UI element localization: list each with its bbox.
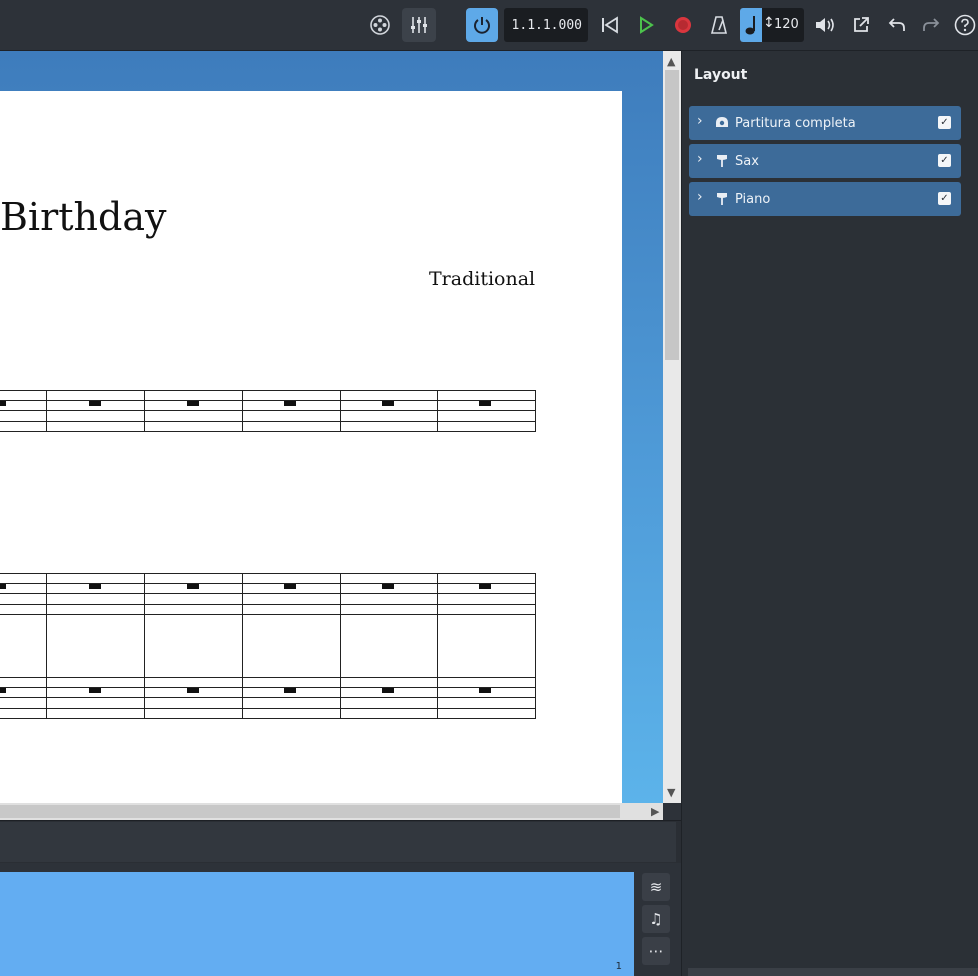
whole-rest-icon[interactable] — [382, 688, 394, 693]
whole-rest-icon[interactable] — [89, 584, 101, 589]
video-icon[interactable] — [366, 8, 394, 42]
add-note-icon[interactable]: ♫ — [642, 905, 670, 933]
whole-rest-icon[interactable] — [187, 584, 199, 589]
layout-item-label: Piano — [735, 192, 771, 207]
horizontal-scroll-thumb[interactable] — [0, 805, 620, 818]
more-options-icon[interactable]: ⋯ — [642, 937, 670, 965]
tempo-adjust-icon: ↕ — [763, 15, 775, 31]
undo-icon[interactable] — [884, 8, 910, 42]
checkbox-checked-icon[interactable]: ✓ — [938, 116, 951, 129]
layout-panel-title: Layout — [694, 67, 748, 83]
whole-rest-icon[interactable] — [284, 688, 296, 693]
whole-rest-icon[interactable] — [89, 688, 101, 693]
whole-rest-icon[interactable] — [187, 401, 199, 406]
scroll-up-icon[interactable]: ▲ — [667, 55, 675, 68]
whole-rest-icon[interactable] — [0, 401, 6, 406]
scroll-right-icon[interactable]: ▶ — [651, 805, 659, 818]
whole-rest-icon[interactable] — [382, 401, 394, 406]
whole-rest-icon[interactable] — [479, 584, 491, 589]
play-icon[interactable] — [634, 8, 658, 42]
metronome-icon[interactable] — [706, 8, 732, 42]
whole-rest-icon[interactable] — [0, 688, 6, 693]
score-page[interactable]: Birthday Traditional — [0, 91, 622, 803]
record-icon[interactable] — [670, 8, 696, 42]
score-view[interactable]: Birthday Traditional — [0, 51, 663, 803]
whole-rest-icon[interactable] — [479, 688, 491, 693]
layout-item-sax[interactable]: › Sax ✓ — [689, 144, 961, 178]
scroll-down-icon[interactable]: ▼ — [667, 786, 675, 799]
checkbox-checked-icon[interactable]: ✓ — [938, 154, 951, 167]
playback-loop-toggle[interactable] — [466, 8, 498, 42]
whole-rest-icon[interactable] — [0, 584, 6, 589]
whole-rest-icon[interactable] — [479, 401, 491, 406]
vertical-scroll-thumb[interactable] — [665, 70, 679, 360]
layout-item-label: Sax — [735, 154, 759, 169]
chevron-right-icon[interactable]: › — [697, 113, 703, 129]
layout-panel-footer — [688, 968, 978, 976]
position-display[interactable]: 1.1.1.000 — [504, 8, 588, 42]
full-score-icon — [714, 114, 730, 134]
layout-item-full-score[interactable]: › Partitura completa ✓ — [689, 106, 961, 140]
add-wave-icon[interactable]: ≋ — [642, 873, 670, 901]
quarter-note-icon — [740, 8, 762, 42]
mixer-icon[interactable] — [402, 8, 436, 42]
layout-panel: Layout › Partitura completa ✓ › Sax ✓ › … — [681, 51, 978, 976]
tempo-control[interactable]: ↕ 120 — [740, 8, 804, 42]
layout-item-piano[interactable]: › Piano ✓ — [689, 182, 961, 216]
whole-rest-icon[interactable] — [284, 401, 296, 406]
whole-rest-icon[interactable] — [382, 584, 394, 589]
layout-item-label: Partitura completa — [735, 116, 856, 131]
tempo-value: 120 — [774, 17, 799, 32]
instrument-icon — [714, 152, 730, 172]
page-number: 1 — [615, 961, 622, 972]
help-icon[interactable] — [952, 8, 978, 42]
redo-icon[interactable] — [918, 8, 944, 42]
whole-rest-icon[interactable] — [187, 688, 199, 693]
volume-icon[interactable] — [812, 8, 838, 42]
top-toolbar: 1.1.1.000 ↕ 120 — [0, 0, 978, 51]
whole-rest-icon[interactable] — [89, 401, 101, 406]
external-window-icon[interactable] — [848, 8, 874, 42]
timeline-header-bar — [0, 822, 676, 862]
chevron-right-icon[interactable]: › — [697, 151, 703, 167]
chevron-right-icon[interactable]: › — [697, 189, 703, 205]
timeline-track-area[interactable]: 1 — [0, 872, 634, 976]
score-title[interactable]: Birthday — [0, 195, 166, 239]
instrument-icon — [714, 190, 730, 210]
rewind-icon[interactable] — [598, 8, 622, 42]
score-composer[interactable]: Traditional — [429, 268, 535, 290]
whole-rest-icon[interactable] — [284, 584, 296, 589]
checkbox-checked-icon[interactable]: ✓ — [938, 192, 951, 205]
